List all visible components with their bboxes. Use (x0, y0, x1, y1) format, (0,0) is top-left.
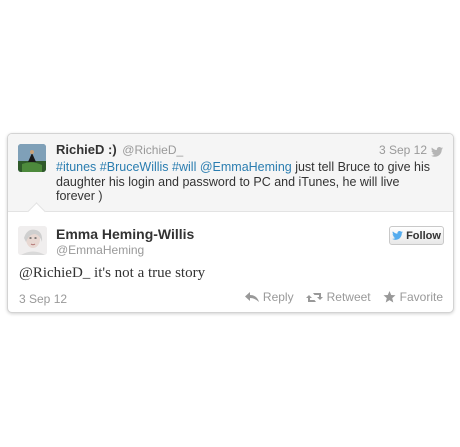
favorite-action[interactable]: Favorite (383, 290, 443, 304)
reply-action[interactable]: Reply (244, 290, 294, 304)
hashtag-brucewillis[interactable]: #BruceWillis (100, 160, 169, 174)
in-reply-to-tweet[interactable]: RichieD :) @RichieD_ 3 Sep 12 #itunes #B… (8, 134, 453, 212)
favorite-label: Favorite (399, 290, 443, 304)
reply-arrow-icon (244, 292, 259, 302)
reply-author-handle[interactable]: @EmmaHeming (56, 243, 144, 257)
twitter-bird-icon[interactable] (431, 144, 443, 162)
parent-author-handle[interactable]: @RichieD_ (122, 143, 183, 157)
hashtag-itunes[interactable]: #itunes (56, 160, 96, 174)
emma-avatar[interactable] (18, 226, 47, 255)
mention-emmaheming[interactable]: @EmmaHeming (200, 160, 292, 174)
parent-tweet-date[interactable]: 3 Sep 12 (379, 143, 427, 157)
retweet-action[interactable]: Retweet (305, 290, 371, 304)
parent-author-name[interactable]: RichieD :) (56, 142, 117, 157)
retweet-label: Retweet (326, 290, 371, 304)
follow-label: Follow (406, 229, 441, 242)
tweet-actions: Reply Retweet Favorite (244, 290, 443, 304)
reply-tweet-date[interactable]: 3 Sep 12 (19, 292, 67, 306)
parent-author[interactable]: RichieD :) @RichieD_ (56, 142, 183, 157)
embedded-tweet-card: RichieD :) @RichieD_ 3 Sep 12 #itunes #B… (7, 133, 454, 313)
reply-label: Reply (262, 290, 294, 304)
follow-button[interactable]: Follow (389, 226, 444, 245)
hashtag-will[interactable]: #will (172, 160, 196, 174)
avatar-photo-icon (18, 144, 46, 172)
richied-avatar[interactable] (18, 144, 46, 172)
twitter-bird-icon (392, 231, 403, 240)
retweet-icon (305, 292, 323, 302)
avatar-photo-icon (18, 226, 47, 255)
star-icon (383, 291, 396, 303)
parent-tweet-text: #itunes #BruceWillis #will @EmmaHeming j… (56, 160, 431, 204)
reply-author-name[interactable]: Emma Heming-Willis (56, 226, 194, 242)
reply-tweet-text: @RichieD_ it's not a true story (19, 265, 206, 281)
